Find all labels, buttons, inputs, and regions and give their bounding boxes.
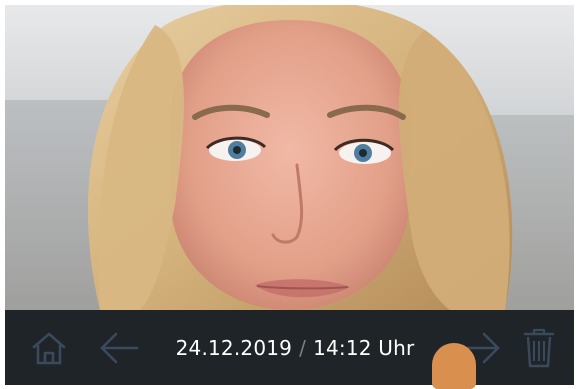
visitor-face-image [5,5,574,310]
intercom-screen: 24.12.2019 / 14:12 Uhr [0,0,579,389]
pointing-finger [432,343,476,389]
recording-timestamp: 24.12.2019 / 14:12 Uhr [170,310,420,385]
trash-icon [523,328,555,367]
previous-button[interactable] [89,310,149,385]
home-icon [32,332,66,364]
bottom-control-bar: 24.12.2019 / 14:12 Uhr [5,310,574,385]
date-time-separator: / [299,335,307,360]
recording-time: 14:12 Uhr [313,335,415,360]
arrow-left-icon [100,332,139,363]
delete-button[interactable] [517,310,561,385]
visitor-camera-image [5,5,574,310]
recording-date: 24.12.2019 [175,335,293,360]
home-button[interactable] [23,310,75,385]
